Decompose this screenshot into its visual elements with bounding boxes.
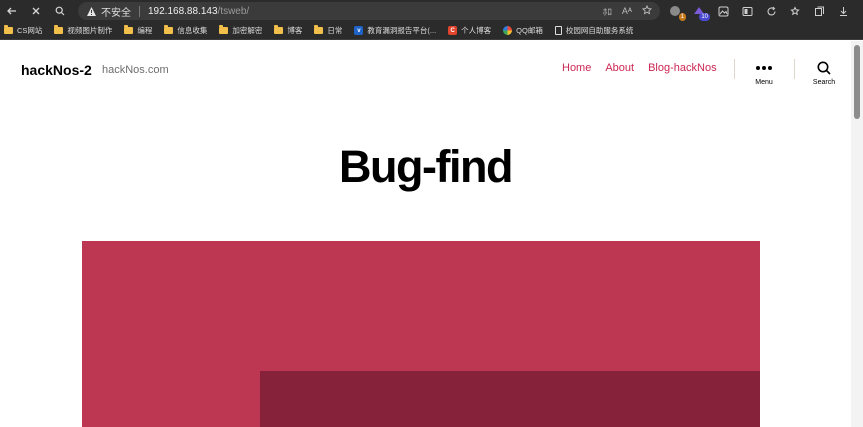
bookmark-folder[interactable]: 加密解密 bbox=[219, 22, 266, 40]
extension-badge: 1 bbox=[678, 13, 686, 21]
bookmark-folder[interactable]: 编程 bbox=[124, 22, 156, 40]
web-page: hackNos-2 hackNos.com Home About Blog-ha… bbox=[0, 41, 851, 427]
bookmark-label: 加密解密 bbox=[232, 26, 263, 35]
address-actions: ﾎﾛ Aᴬ bbox=[603, 2, 653, 20]
menu-toggle-button[interactable]: Menu bbox=[748, 61, 780, 86]
bookmark-label: CS网站 bbox=[17, 26, 43, 35]
featured-image bbox=[82, 241, 760, 427]
header-divider bbox=[734, 59, 735, 79]
bookmark-folder[interactable]: 信息收集 bbox=[164, 22, 211, 40]
primary-navigation: Home About Blog-hackNos bbox=[562, 62, 717, 74]
bookmarks-bar: CS网站 视频图片制作 编程 信息收集 加密解密 博客 日常 v 教育漏洞报告平台… bbox=[0, 22, 863, 40]
qqmail-icon bbox=[503, 26, 513, 35]
bookmark-label: 日常 bbox=[327, 26, 343, 35]
bookmark-label: 博客 bbox=[287, 26, 303, 35]
ellipsis-icon bbox=[756, 61, 772, 75]
read-aloud-icon[interactable]: Aᴬ bbox=[622, 6, 632, 16]
search-icon bbox=[817, 61, 831, 75]
csdn-icon: C bbox=[448, 26, 458, 35]
bookmark-label: 视频图片制作 bbox=[67, 26, 113, 35]
bookmark-link[interactable]: QQ邮箱 bbox=[503, 22, 547, 40]
address-bar[interactable]: 不安全 192.168.88.143/tsweb/ ﾎﾛ Aᴬ bbox=[78, 2, 660, 20]
page-scrollbar[interactable] bbox=[851, 41, 863, 427]
bookmark-label: QQ邮箱 bbox=[516, 26, 543, 35]
bookmark-label: 编程 bbox=[137, 26, 153, 35]
warning-icon bbox=[86, 6, 97, 17]
extension-badge: 10 bbox=[699, 13, 710, 21]
bookmark-label: 个人博客 bbox=[461, 26, 492, 35]
url-host: 192.168.88.143 bbox=[148, 5, 218, 17]
reader-mode-icon[interactable]: ﾎﾛ bbox=[603, 5, 612, 18]
bookmark-link[interactable]: v 教育漏洞报告平台(... bbox=[354, 22, 440, 40]
edu-icon: v bbox=[354, 26, 364, 35]
page-icon bbox=[554, 26, 562, 35]
folder-icon bbox=[219, 25, 229, 34]
security-label[interactable]: 不安全 bbox=[101, 4, 131, 19]
bookmark-link[interactable]: 校园网自助服务系统 bbox=[554, 22, 638, 40]
folder-icon bbox=[314, 25, 324, 34]
folder-icon bbox=[4, 25, 13, 34]
scrollbar-thumb[interactable] bbox=[854, 45, 860, 119]
bookmark-folder[interactable]: 视频图片制作 bbox=[54, 22, 116, 40]
site-description: hackNos.com bbox=[102, 64, 169, 76]
bookmark-link[interactable]: C 个人博客 bbox=[448, 22, 495, 40]
header-divider bbox=[794, 59, 795, 79]
collections-icon[interactable] bbox=[812, 4, 826, 18]
bookmark-folder[interactable]: 日常 bbox=[314, 22, 346, 40]
split-screen-icon[interactable] bbox=[740, 4, 754, 18]
address-separator bbox=[139, 5, 140, 17]
folder-icon bbox=[164, 25, 174, 34]
bookmark-label: 教育漏洞报告平台(... bbox=[367, 26, 437, 35]
refresh-icon[interactable] bbox=[764, 4, 778, 18]
browser-toolbar: 不安全 192.168.88.143/tsweb/ ﾎﾛ Aᴬ 1 10 bbox=[0, 0, 863, 22]
favorite-star-icon[interactable] bbox=[641, 4, 653, 17]
back-icon[interactable] bbox=[0, 0, 24, 22]
menu-label: Menu bbox=[755, 79, 773, 86]
site-title[interactable]: hackNos-2 bbox=[21, 62, 92, 78]
bookmark-folder[interactable]: CS网站 bbox=[4, 22, 46, 40]
downloads-icon[interactable] bbox=[836, 4, 850, 18]
featured-image-shape bbox=[260, 371, 760, 427]
folder-icon bbox=[124, 25, 134, 34]
url-path: /tsweb/ bbox=[217, 5, 250, 17]
post-title: Bug-find bbox=[339, 141, 513, 192]
nav-link-home[interactable]: Home bbox=[562, 62, 591, 74]
folder-icon bbox=[54, 25, 64, 34]
search-label: Search bbox=[812, 79, 836, 86]
bookmark-folder[interactable]: 博客 bbox=[274, 22, 306, 40]
folder-icon bbox=[274, 25, 284, 34]
image-icon[interactable] bbox=[716, 4, 730, 18]
nav-link-blog[interactable]: Blog-hackNos bbox=[648, 62, 716, 74]
extensions-bar: 1 10 bbox=[668, 0, 863, 22]
favorites-icon[interactable] bbox=[788, 4, 802, 18]
stop-loading-icon[interactable] bbox=[24, 0, 48, 22]
bookmark-label: 信息收集 bbox=[177, 26, 208, 35]
bookmark-label: 校园网自助服务系统 bbox=[565, 26, 634, 35]
extension-icon[interactable]: 10 bbox=[692, 4, 710, 21]
search-icon[interactable] bbox=[48, 0, 72, 22]
nav-link-about[interactable]: About bbox=[605, 62, 634, 74]
extension-icon[interactable]: 1 bbox=[668, 4, 686, 21]
search-toggle-button[interactable]: Search bbox=[808, 61, 840, 86]
